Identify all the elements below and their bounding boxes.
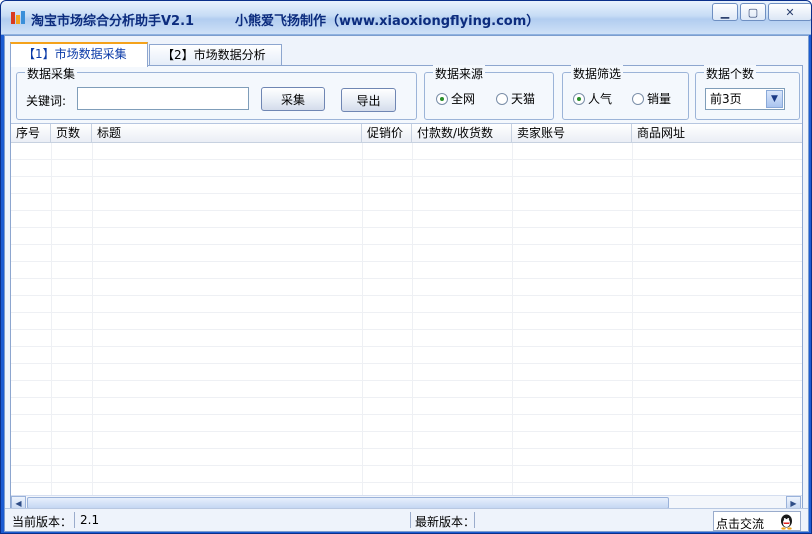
col-header-label: 卖家账号 <box>517 126 566 140</box>
client-area: 【1】市场数据采集 【2】市场数据分析 数据采集 关键词: 采集 导出 数据来源… <box>4 35 809 532</box>
filter-legend: 数据筛选 <box>571 65 624 82</box>
col-header-page[interactable]: 页数 <box>51 124 92 143</box>
col-header-price[interactable]: 促销价 <box>362 124 412 143</box>
source-legend: 数据来源 <box>433 65 486 82</box>
chevron-right-icon: ▶ <box>790 498 797 508</box>
col-header-index[interactable]: 序号 <box>11 124 51 143</box>
col-header-label: 页数 <box>56 126 81 140</box>
radio-unselected-icon <box>496 92 508 105</box>
export-button-label: 导出 <box>356 93 381 108</box>
filter-radio-popularity[interactable]: 人气 <box>573 90 612 107</box>
radio-label: 全网 <box>451 92 476 106</box>
maximize-button[interactable]: ▢ <box>740 3 766 21</box>
radio-unselected-icon <box>632 92 644 105</box>
chevron-left-icon: ◀ <box>15 498 22 508</box>
collect-group: 数据采集 关键词: 采集 导出 <box>16 65 417 120</box>
col-header-label: 付款数/收货数 <box>417 126 494 140</box>
source-radio-tmall[interactable]: 天猫 <box>496 90 535 107</box>
status-bar: 当前版本： 2.1 最新版本： 点击交流 <box>5 508 808 531</box>
col-header-seller[interactable]: 卖家账号 <box>512 124 632 143</box>
status-divider <box>474 512 475 528</box>
results-table: 序号 页数 标题 促销价 付款数/收货数 卖家账号 商品网址 ◀ ▶ <box>11 123 802 509</box>
collection-panel: 数据采集 关键词: 采集 导出 数据来源 全网 天猫 数据筛选 人气 销量 数据… <box>10 65 803 528</box>
export-button[interactable]: 导出 <box>341 88 396 112</box>
table-body[interactable] <box>11 143 802 495</box>
filter-radio-sales[interactable]: 销量 <box>632 90 671 107</box>
col-header-payments[interactable]: 付款数/收货数 <box>412 124 512 143</box>
column-divider <box>412 143 413 495</box>
minimize-button[interactable]: ▁ <box>712 3 738 21</box>
close-button[interactable]: ✕ <box>768 3 811 21</box>
minimize-icon: ▁ <box>720 5 730 19</box>
close-icon: ✕ <box>785 5 795 19</box>
page-count-select[interactable]: 前3页 ▼ <box>705 88 785 110</box>
status-divider <box>74 512 75 528</box>
maximize-icon: ▢ <box>747 5 759 19</box>
tab-data-analysis[interactable]: 【2】市场数据分析 <box>149 44 282 66</box>
tab-data-collection[interactable]: 【1】市场数据采集 <box>10 42 148 67</box>
chat-link[interactable]: 点击交流 <box>713 511 801 531</box>
page-count-value: 前3页 <box>710 92 742 106</box>
horizontal-scrollbar[interactable]: ◀ ▶ <box>11 495 802 509</box>
radio-label: 天猫 <box>511 92 536 106</box>
window-subtitle: 小熊爱飞扬制作（www.xiaoxiongflying.com） <box>235 14 540 29</box>
app-logo-icon <box>11 11 25 24</box>
column-divider <box>362 143 363 495</box>
col-header-title[interactable]: 标题 <box>92 124 362 143</box>
qq-penguin-icon <box>781 514 792 530</box>
col-header-label: 促销价 <box>367 126 404 140</box>
column-divider <box>632 143 633 495</box>
chat-label: 点击交流 <box>716 517 765 531</box>
current-version-label: 当前版本： <box>12 515 73 529</box>
tab-label: 【1】市场数据采集 <box>23 47 127 61</box>
col-header-label: 序号 <box>16 126 41 140</box>
window-title: 淘宝市场综合分析助手V2.1 <box>31 14 195 29</box>
filter-group: 数据筛选 人气 销量 <box>562 65 689 120</box>
count-group: 数据个数 前3页 ▼ <box>695 65 800 120</box>
col-header-url[interactable]: 商品网址 <box>632 124 802 143</box>
keyword-label: 关键词: <box>26 94 67 108</box>
radio-selected-icon <box>436 92 448 105</box>
keyword-input[interactable] <box>77 87 249 110</box>
radio-selected-icon <box>573 92 585 105</box>
column-divider <box>92 143 93 495</box>
tab-label: 【2】市场数据分析 <box>162 48 266 62</box>
column-divider <box>51 143 52 495</box>
latest-version-label: 最新版本： <box>415 515 476 529</box>
source-group: 数据来源 全网 天猫 <box>424 65 554 120</box>
collect-legend: 数据采集 <box>25 65 78 82</box>
radio-label: 人气 <box>588 92 613 106</box>
count-legend: 数据个数 <box>704 65 757 82</box>
status-divider <box>410 512 411 528</box>
radio-label: 销量 <box>647 92 672 106</box>
collect-button[interactable]: 采集 <box>261 87 325 111</box>
col-header-label: 商品网址 <box>637 126 686 140</box>
chevron-down-icon[interactable]: ▼ <box>766 90 783 108</box>
collect-button-label: 采集 <box>280 92 305 107</box>
source-radio-all[interactable]: 全网 <box>436 90 475 107</box>
title-bar[interactable]: 淘宝市场综合分析助手V2.1 小熊爱飞扬制作（www.xiaoxiongflyi… <box>1 1 811 35</box>
current-version-value: 2.1 <box>80 513 100 527</box>
column-divider <box>512 143 513 495</box>
table-header: 序号 页数 标题 促销价 付款数/收货数 卖家账号 商品网址 <box>11 124 802 143</box>
app-window: 淘宝市场综合分析助手V2.1 小熊爱飞扬制作（www.xiaoxiongflyi… <box>0 0 812 534</box>
col-header-label: 标题 <box>97 126 122 140</box>
